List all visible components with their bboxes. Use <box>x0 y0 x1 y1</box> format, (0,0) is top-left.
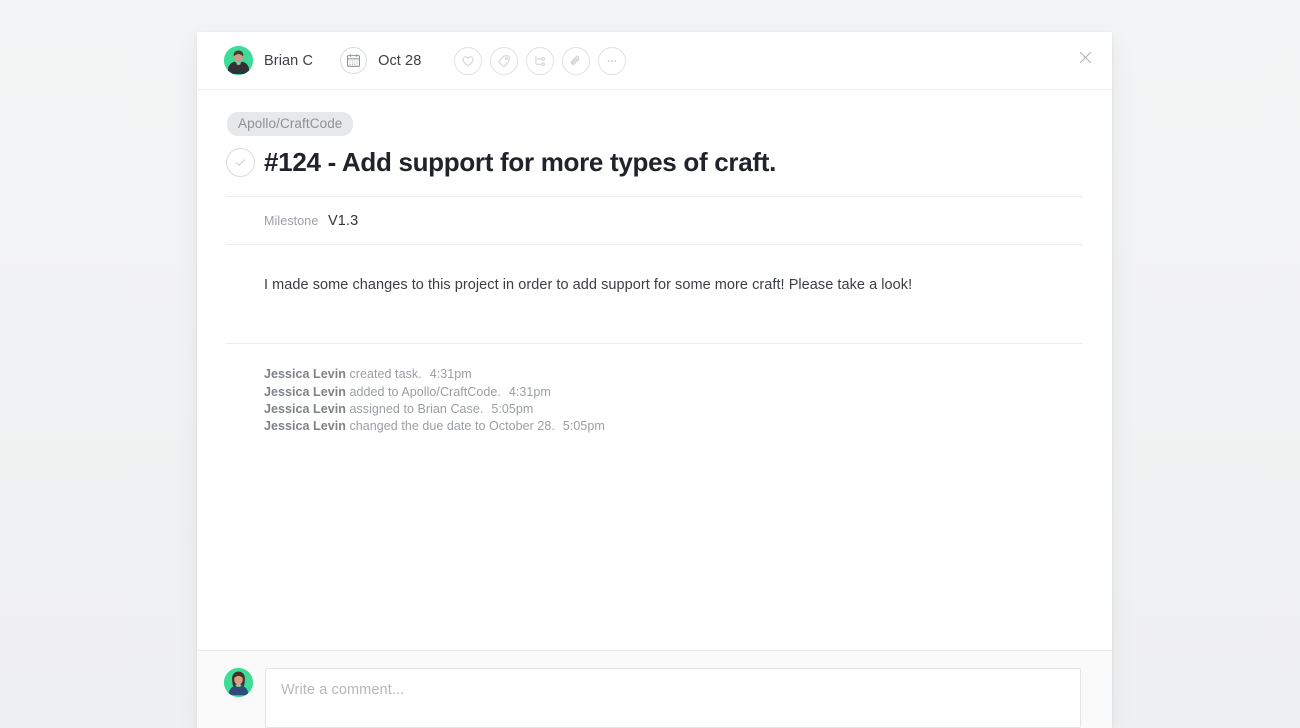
activity-time: 4:31pm <box>508 384 551 399</box>
activity-actor[interactable]: Jessica Levin <box>264 419 346 433</box>
activity-action: assigned to Brian Case. <box>345 401 484 416</box>
more-options-icon[interactable] <box>598 46 627 75</box>
due-date-text: Oct 28 <box>378 52 422 69</box>
activity-action: added to Apollo/CraftCode. <box>345 384 501 399</box>
assignee-name: Brian C <box>264 52 314 69</box>
activity-actor[interactable]: Jessica Levin <box>264 385 346 399</box>
task-description[interactable]: I made some changes to this project in o… <box>226 245 1083 296</box>
close-icon[interactable] <box>1072 44 1098 70</box>
header-action-icons <box>454 46 627 75</box>
milestone-row[interactable]: Milestone V1.3 <box>226 197 1083 245</box>
activity-action: created task. <box>345 367 422 382</box>
attachment-icon[interactable] <box>562 46 591 75</box>
comment-input[interactable] <box>265 668 1081 728</box>
subtask-icon[interactable] <box>526 46 555 75</box>
activity-item: Jessica Levin created task. 4:31pm <box>264 366 1083 383</box>
calendar-icon[interactable] <box>340 47 368 74</box>
activity-actor[interactable]: Jessica Levin <box>264 367 346 381</box>
due-date-group[interactable]: Oct 28 <box>340 47 421 74</box>
activity-item: Jessica Levin added to Apollo/CraftCode.… <box>264 384 1083 401</box>
page-title: #124 - Add support for more types of cra… <box>264 147 777 177</box>
activity-time: 5:05pm <box>562 419 605 434</box>
task-title-row: #124 - Add support for more types of cra… <box>226 147 1083 197</box>
assignee-avatar[interactable] <box>224 46 253 75</box>
activity-time: 5:05pm <box>491 401 534 416</box>
activity-time: 4:31pm <box>429 367 472 382</box>
modal-body: Apollo/CraftCode #124 - Add support for … <box>197 90 1112 650</box>
milestone-label: Milestone <box>264 214 319 228</box>
activity-item: Jessica Levin assigned to Brian Case. 5:0… <box>264 401 1083 418</box>
check-icon[interactable] <box>226 148 255 177</box>
project-pill[interactable]: Apollo/CraftCode <box>227 112 354 136</box>
activity-item: Jessica Levin changed the due date to Oc… <box>264 418 1083 435</box>
milestone-value: V1.3 <box>328 213 359 229</box>
tag-icon[interactable] <box>490 46 519 75</box>
activity-actor[interactable]: Jessica Levin <box>264 402 346 416</box>
like-icon[interactable] <box>454 46 483 75</box>
activity-action: changed the due date to October 28. <box>345 419 555 434</box>
task-detail-modal: Brian C Oct 28 Apollo/CraftCode #124 - A… <box>197 32 1112 728</box>
modal-header: Brian C Oct 28 <box>197 32 1112 90</box>
commenter-avatar[interactable] <box>224 668 253 697</box>
activity-log: Jessica Levin created task. 4:31pm Jessica… <box>226 344 1083 435</box>
comment-footer <box>197 650 1112 728</box>
